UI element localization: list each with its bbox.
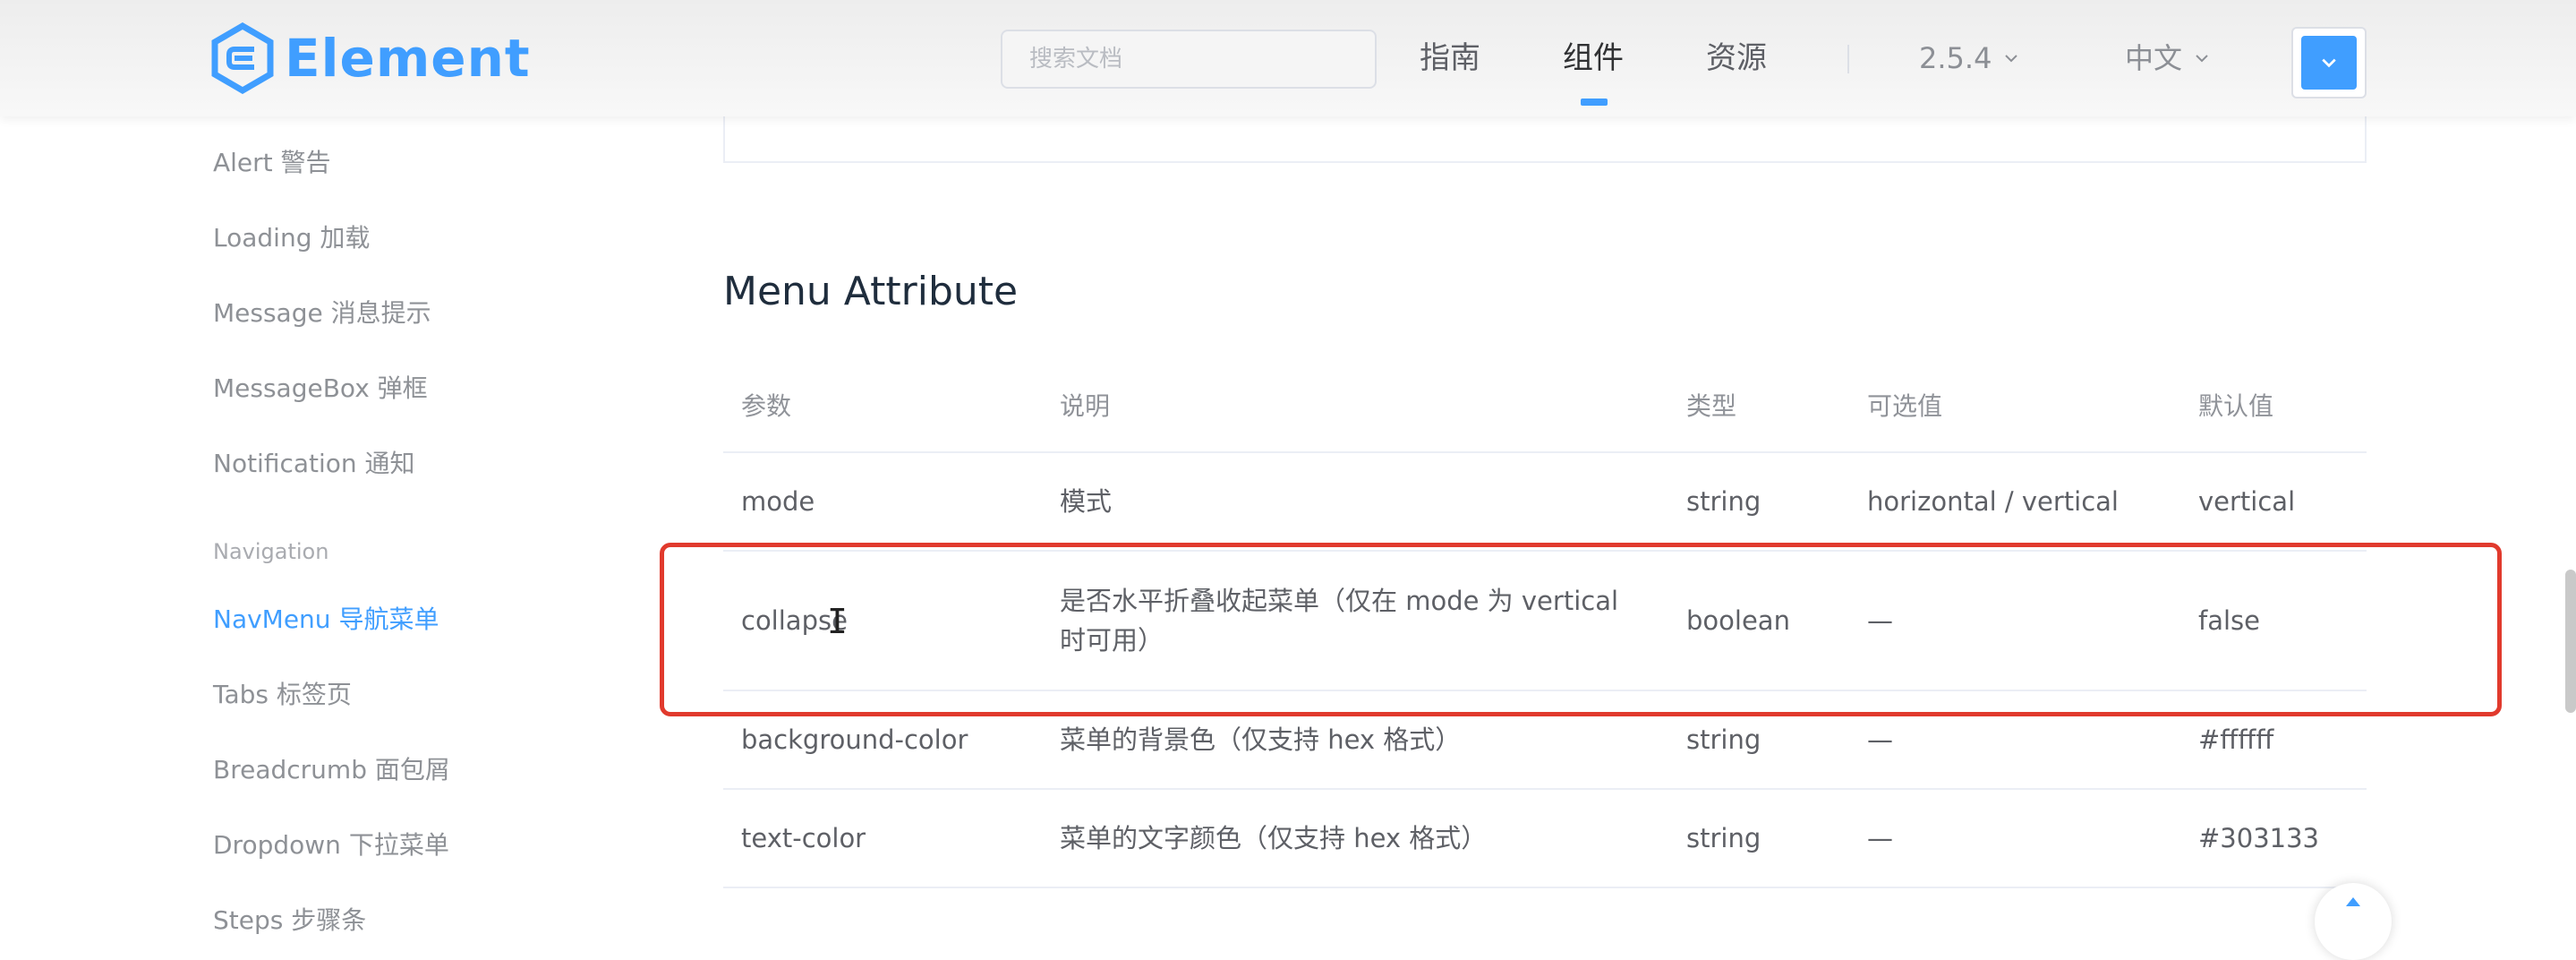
sidebar-item-tabs[interactable]: Tabs 标签页 xyxy=(213,675,352,711)
caret-up-icon xyxy=(2346,897,2360,906)
nav-resources[interactable]: 资源 xyxy=(1706,36,1767,81)
table-header-cell: 参数 xyxy=(741,391,792,421)
table-cell-default: #303133 xyxy=(2198,823,2320,853)
table-cell-desc: 模式 xyxy=(1060,486,1113,517)
table-cell-type: string xyxy=(1686,823,1761,853)
text-cursor-icon: I xyxy=(827,602,848,641)
scrollbar-thumb[interactable] xyxy=(2565,570,2576,713)
sidebar: Alert 警告 Loading 加载 Message 消息提示 Message… xyxy=(213,116,714,935)
language-dropdown[interactable]: 中文 xyxy=(2125,36,2209,81)
table-header-cell: 说明 xyxy=(1060,391,1111,421)
element-logo-icon xyxy=(211,22,274,94)
nav-guide[interactable]: 指南 xyxy=(1420,36,1480,81)
sidebar-item-notification[interactable]: Notification 通知 xyxy=(213,444,415,480)
table-header-cell: 类型 xyxy=(1686,391,1737,421)
version-label: 2.5.4 xyxy=(1919,41,1992,75)
version-dropdown[interactable]: 2.5.4 xyxy=(1919,36,2018,81)
chevron-down-icon xyxy=(2322,58,2336,68)
sidebar-item-message[interactable]: Message 消息提示 xyxy=(213,294,431,330)
table-cell-type: string xyxy=(1686,486,1761,517)
language-label: 中文 xyxy=(2125,41,2183,75)
sidebar-item-alert[interactable]: Alert 警告 xyxy=(213,143,331,179)
back-to-top-button[interactable] xyxy=(2315,883,2392,960)
table-cell-options: — xyxy=(1867,823,1893,853)
sidebar-item-messagebox[interactable]: MessageBox 弹框 xyxy=(213,369,428,405)
sidebar-item-loading[interactable]: Loading 加载 xyxy=(213,219,370,254)
sidebar-item-dropdown[interactable]: Dropdown 下拉菜单 xyxy=(213,826,449,861)
previous-demo-block xyxy=(723,116,2367,163)
table-cell-desc: 菜单的文字颜色（仅支持 hex 格式） xyxy=(1060,823,1488,853)
chevron-down-icon xyxy=(2196,55,2208,63)
theme-color-picker[interactable] xyxy=(2291,27,2367,99)
table-row: text-color 菜单的文字颜色（仅支持 hex 格式） string — … xyxy=(723,790,2367,888)
sidebar-item-navmenu[interactable]: NavMenu 导航菜单 xyxy=(213,600,439,636)
header-divider xyxy=(1847,45,1849,73)
highlight-box xyxy=(660,543,2502,716)
table-cell-param: mode xyxy=(741,486,815,517)
logo[interactable]: Element xyxy=(211,20,531,97)
theme-swatch xyxy=(2301,36,2357,90)
table-header-row: 参数 说明 类型 可选值 默认值 xyxy=(723,362,2367,453)
nav-components[interactable]: 组件 xyxy=(1563,36,1624,81)
sidebar-item-steps[interactable]: Steps 步骤条 xyxy=(213,901,366,937)
table-cell-default: vertical xyxy=(2198,486,2296,517)
search-input[interactable]: 搜索文档 xyxy=(1001,30,1377,89)
section-title: Menu Attribute xyxy=(723,269,1019,314)
table-header-cell: 可选值 xyxy=(1867,391,1943,421)
table-header-cell: 默认值 xyxy=(2198,391,2274,421)
logo-text: Element xyxy=(285,28,531,89)
chevron-down-icon xyxy=(2005,55,2018,63)
active-nav-indicator xyxy=(1581,99,1608,106)
sidebar-group-navigation: Navigation xyxy=(213,539,329,564)
table-row: mode 模式 string horizontal / vertical ver… xyxy=(723,453,2367,552)
table-cell-param: text-color xyxy=(741,823,866,853)
top-header: Element 搜索文档 指南 组件 资源 2.5.4 中文 xyxy=(0,0,2576,116)
table-cell-options: horizontal / vertical xyxy=(1867,486,2119,517)
sidebar-item-breadcrumb[interactable]: Breadcrumb 面包屑 xyxy=(213,750,450,786)
